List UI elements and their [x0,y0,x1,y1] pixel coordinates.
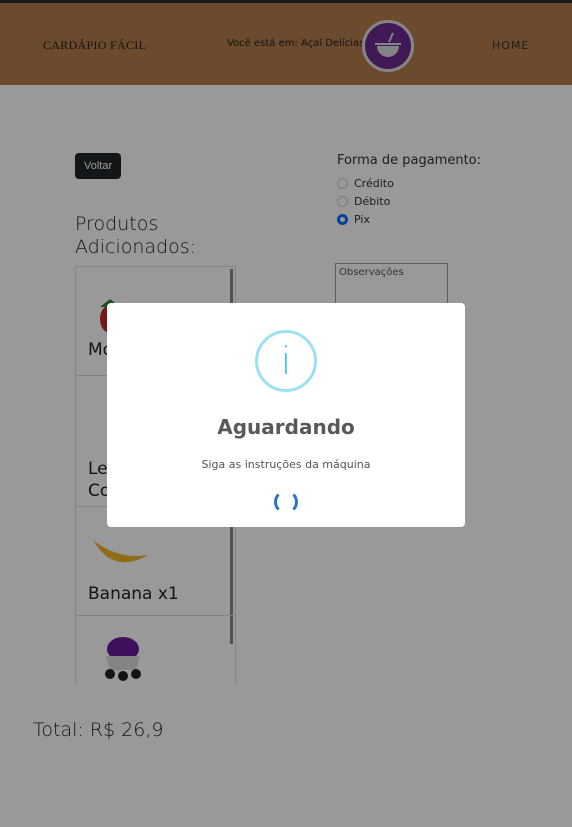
waiting-modal: i Aguardando Siga as instruções da máqui… [107,303,465,527]
info-icon: i [255,330,317,392]
modal-title: Aguardando [217,415,355,439]
modal-text: Siga as instruções da máquina [201,458,371,471]
loading-spinner-icon [274,490,298,514]
